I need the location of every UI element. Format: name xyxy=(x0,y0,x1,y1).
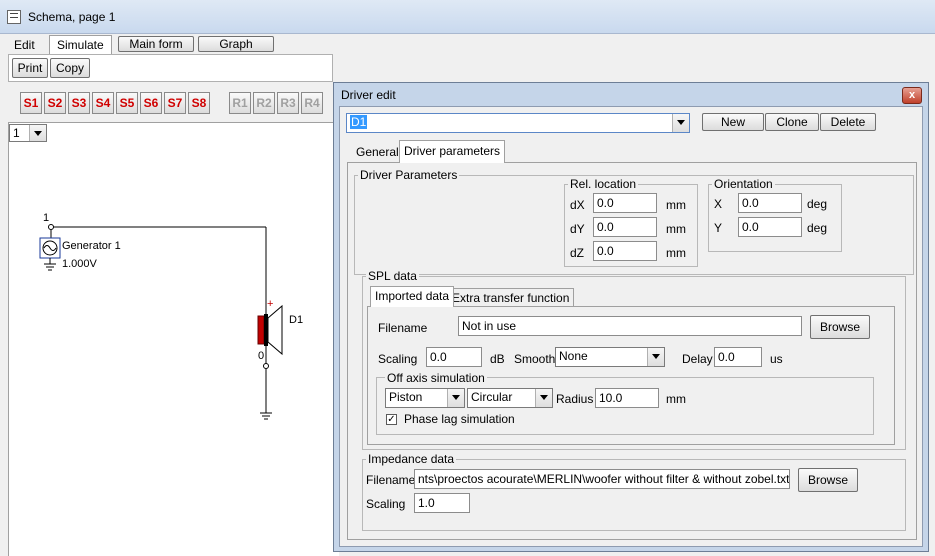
delay-unit: us xyxy=(770,352,783,366)
dy-label: dY xyxy=(570,222,585,236)
smooth-select[interactable]: None xyxy=(555,347,665,367)
clone-button[interactable]: Clone xyxy=(765,113,819,131)
driver-select-value: D1 xyxy=(350,115,368,129)
dz-unit: mm xyxy=(666,246,686,260)
dx-label: dX xyxy=(570,198,585,212)
orient-y-label: Y xyxy=(714,221,723,235)
impedance-scaling-label: Scaling xyxy=(366,497,406,511)
orientation-title: Orientation xyxy=(712,177,775,191)
impedance-filename-label: Filename xyxy=(366,473,416,487)
tab-extra-transfer-function[interactable]: Extra transfer function xyxy=(447,288,575,307)
orient-x-input[interactable]: 0.0 xyxy=(738,193,802,213)
dy-unit: mm xyxy=(666,222,686,236)
off-axis-title: Off axis simulation xyxy=(385,371,487,385)
dx-unit: mm xyxy=(666,198,686,212)
close-icon[interactable]: x xyxy=(902,87,922,104)
spl-filename-input[interactable]: Not in use xyxy=(458,316,802,336)
node-1-terminal[interactable] xyxy=(48,224,54,230)
piston-select[interactable]: Piston xyxy=(385,388,465,408)
schematic-wires xyxy=(39,224,283,420)
spl-scaling-input[interactable]: 0.0 xyxy=(426,347,482,367)
delete-button[interactable]: Delete xyxy=(820,113,876,131)
chevron-down-icon[interactable] xyxy=(535,389,552,407)
spl-filename-label: Filename xyxy=(378,321,428,335)
radius-label: Radius xyxy=(556,392,594,406)
tab-general[interactable]: General xyxy=(352,143,403,163)
smooth-label: Smooth xyxy=(514,352,556,366)
chevron-down-icon[interactable] xyxy=(672,114,689,132)
radius-unit: mm xyxy=(666,392,686,406)
smooth-select-value: None xyxy=(559,349,588,363)
delay-label: Delay xyxy=(682,352,713,366)
chevron-down-icon[interactable] xyxy=(447,389,464,407)
dy-input[interactable]: 0.0 xyxy=(593,217,657,237)
spl-scaling-unit: dB xyxy=(490,352,505,366)
spl-scaling-label: Scaling xyxy=(378,352,418,366)
generator-value: 1.000V xyxy=(62,258,97,270)
driver-select[interactable]: D1 xyxy=(346,113,690,133)
spl-data-title: SPL data xyxy=(366,269,419,283)
tab-imported-data[interactable]: Imported data xyxy=(370,286,455,307)
driver-label: D1 xyxy=(289,314,304,326)
chevron-down-icon[interactable] xyxy=(647,348,664,366)
rel-location-title: Rel. location xyxy=(568,177,639,191)
dialog-title: Driver edit xyxy=(341,88,396,102)
impedance-browse-button[interactable]: Browse xyxy=(798,468,858,492)
shape-select[interactable]: Circular xyxy=(467,388,553,408)
dz-input[interactable]: 0.0 xyxy=(593,241,657,261)
impedance-title: Impedance data xyxy=(366,452,457,466)
driver-edit-dialog[interactable]: Driver edit x D1 New Clone Delete Genera… xyxy=(333,82,929,552)
impedance-scaling-input[interactable]: 1.0 xyxy=(414,493,470,513)
orient-x-label: X xyxy=(714,197,723,211)
shape-select-value: Circular xyxy=(471,390,513,404)
node-0-terminal[interactable] xyxy=(263,363,269,369)
piston-select-value: Piston xyxy=(389,390,423,404)
impedance-filename-input[interactable]: nts\proectos acourate\MERLIN\woofer with… xyxy=(414,469,790,489)
generator-label: Generator 1 xyxy=(62,240,121,252)
dz-label: dZ xyxy=(570,246,585,260)
phase-lag-checkbox[interactable]: ✓ xyxy=(386,414,397,425)
node-0-label: 0 xyxy=(258,350,265,362)
dialog-body: D1 New Clone Delete General Driver param… xyxy=(339,106,923,547)
delay-input[interactable]: 0.0 xyxy=(714,347,762,367)
driver-parameters-title: Driver Parameters xyxy=(358,168,460,182)
radius-input[interactable]: 10.0 xyxy=(595,388,659,408)
node-1-label: 1 xyxy=(43,212,50,224)
orient-x-unit: deg xyxy=(807,197,828,211)
orient-y-unit: deg xyxy=(807,221,828,235)
dx-input[interactable]: 0.0 xyxy=(593,193,657,213)
phase-lag-label[interactable]: Phase lag simulation xyxy=(404,412,515,426)
plus-marker: + xyxy=(267,298,274,310)
spl-browse-button[interactable]: Browse xyxy=(810,315,870,339)
tab-driver-parameters[interactable]: Driver parameters xyxy=(399,140,506,163)
new-button[interactable]: New xyxy=(702,113,764,131)
orient-y-input[interactable]: 0.0 xyxy=(738,217,802,237)
driver-d1-symbol[interactable] xyxy=(257,315,265,345)
